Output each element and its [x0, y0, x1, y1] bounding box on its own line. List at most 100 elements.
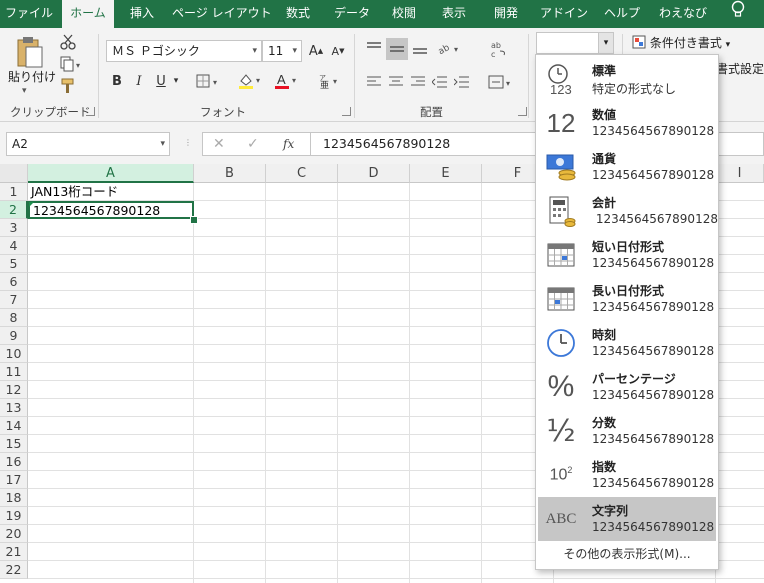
font-name-combo[interactable]: ＭＳ Ｐゴシック ▾: [106, 40, 262, 62]
insert-function-icon[interactable]: fx: [283, 134, 294, 154]
format-long-date[interactable]: 長い日付形式 1234564567890128: [538, 277, 716, 321]
tab-insert[interactable]: 挿入: [120, 0, 164, 28]
tab-file[interactable]: ファイル: [0, 0, 58, 28]
format-scientific[interactable]: 102 指数 1234564567890128: [538, 453, 716, 497]
error-indicator-icon[interactable]: [29, 202, 34, 207]
row-header[interactable]: 5: [0, 255, 28, 273]
clipboard-launcher-icon[interactable]: [86, 107, 95, 116]
tab-data[interactable]: データ: [326, 0, 378, 28]
paste-dropdown-icon[interactable]: ▾: [22, 86, 27, 96]
copy-icon[interactable]: ▾: [56, 54, 86, 74]
column-header-e[interactable]: E: [410, 164, 482, 183]
row-header[interactable]: 15: [0, 435, 28, 453]
row-header[interactable]: 17: [0, 471, 28, 489]
select-all-corner[interactable]: [0, 164, 28, 183]
row-header[interactable]: 4: [0, 237, 28, 255]
column-header-d[interactable]: D: [338, 164, 410, 183]
paste-icon[interactable]: [10, 34, 50, 70]
bold-button[interactable]: B: [108, 70, 126, 92]
merge-center-icon[interactable]: ▾: [486, 72, 516, 92]
row-header[interactable]: 2: [0, 201, 28, 219]
row-header[interactable]: 13: [0, 399, 28, 417]
cell-a1[interactable]: JAN13桁コード: [28, 183, 194, 201]
format-fraction[interactable]: ½ 分数 1234564567890128: [538, 409, 716, 453]
row-header[interactable]: 18: [0, 489, 28, 507]
format-accounting[interactable]: 会計 1234564567890128: [538, 189, 718, 233]
cut-icon[interactable]: [58, 32, 78, 52]
row-header[interactable]: 19: [0, 507, 28, 525]
tab-help[interactable]: ヘルプ: [600, 0, 644, 28]
column-header-a[interactable]: A: [28, 164, 194, 183]
tab-page-layout[interactable]: ページ レイアウト: [172, 0, 272, 28]
tab-addins[interactable]: アドイン: [536, 0, 592, 28]
column-header-b[interactable]: B: [194, 164, 266, 183]
alignment-launcher-icon[interactable]: [518, 107, 527, 116]
row-header[interactable]: 7: [0, 291, 28, 309]
align-middle-icon[interactable]: [386, 38, 408, 60]
format-number[interactable]: 12 数値 1234564567890128: [538, 101, 716, 145]
fill-handle[interactable]: [190, 216, 198, 224]
underline-button[interactable]: U: [152, 70, 170, 92]
align-bottom-icon[interactable]: [410, 38, 430, 58]
format-percentage[interactable]: % パーセンテージ 1234564567890128: [538, 365, 716, 409]
conditional-format-button[interactable]: 条件付き書式 ▾: [632, 34, 730, 51]
row-header[interactable]: 1: [0, 183, 28, 201]
cancel-entry-icon[interactable]: ✕: [213, 134, 225, 154]
font-size-combo[interactable]: 11 ▾: [262, 40, 302, 62]
decrease-indent-icon[interactable]: [430, 72, 450, 92]
increase-indent-icon[interactable]: [452, 72, 472, 92]
name-box[interactable]: A2 ▾: [6, 132, 170, 156]
lightbulb-icon[interactable]: [724, 0, 752, 28]
row-header[interactable]: 6: [0, 273, 28, 291]
cell-a2-selected[interactable]: 1234564567890128: [28, 201, 194, 219]
number-format-dropdown-icon[interactable]: ▾: [598, 33, 613, 53]
row-header[interactable]: 22: [0, 561, 28, 579]
row-header[interactable]: 10: [0, 345, 28, 363]
column-header-i[interactable]: I: [716, 164, 764, 183]
fill-color-icon[interactable]: ▾: [236, 70, 266, 92]
row-header[interactable]: 21: [0, 543, 28, 561]
row-header[interactable]: 3: [0, 219, 28, 237]
underline-dropdown-icon[interactable]: ▾: [170, 70, 182, 92]
column-gridline: [265, 183, 266, 583]
row-header[interactable]: 9: [0, 327, 28, 345]
phonetic-icon[interactable]: ア亜 ▾: [314, 70, 344, 92]
orientation-icon[interactable]: ab ▾: [436, 38, 464, 58]
align-top-icon[interactable]: [364, 38, 384, 58]
more-number-formats-link[interactable]: その他の表示形式(M)...: [536, 545, 718, 562]
format-as-table-button[interactable]: 書式設定: [716, 60, 764, 77]
row-header[interactable]: 16: [0, 453, 28, 471]
tab-waenavi[interactable]: わえなび: [654, 0, 712, 28]
tab-developer[interactable]: 開発: [484, 0, 528, 28]
paste-button[interactable]: 貼り付け: [8, 68, 56, 85]
row-header[interactable]: 11: [0, 363, 28, 381]
font-color-icon[interactable]: A ▾: [272, 70, 302, 92]
decrease-font-icon[interactable]: A ▼: [328, 40, 348, 62]
format-time[interactable]: 時刻 1234564567890128: [538, 321, 716, 365]
tab-view[interactable]: 表示: [432, 0, 476, 28]
format-short-date[interactable]: 短い日付形式 1234564567890128: [538, 233, 716, 277]
borders-icon[interactable]: ▾: [194, 70, 224, 92]
row-header[interactable]: 8: [0, 309, 28, 327]
format-currency[interactable]: 通貨 1234564567890128: [538, 145, 716, 189]
row-header[interactable]: 14: [0, 417, 28, 435]
increase-font-icon[interactable]: A ▲: [306, 40, 326, 62]
italic-button[interactable]: I: [130, 70, 148, 92]
format-text[interactable]: ABC 文字列 1234564567890128: [538, 497, 716, 541]
number-format-combo[interactable]: ▾: [536, 32, 614, 54]
row-header[interactable]: 12: [0, 381, 28, 399]
format-general[interactable]: 123 標準 特定の形式なし: [538, 57, 716, 101]
tab-formulas[interactable]: 数式: [276, 0, 320, 28]
column-header-c[interactable]: C: [266, 164, 338, 183]
font-launcher-icon[interactable]: [342, 107, 351, 116]
confirm-entry-icon[interactable]: ✓: [247, 134, 259, 154]
tab-home[interactable]: ホーム: [62, 0, 114, 28]
align-center-icon[interactable]: [386, 72, 406, 92]
align-left-icon[interactable]: [364, 72, 384, 92]
align-right-icon[interactable]: [408, 72, 428, 92]
format-painter-icon[interactable]: [58, 76, 78, 96]
format-name: 会計: [592, 196, 617, 210]
tab-review[interactable]: 校閲: [384, 0, 424, 28]
row-header[interactable]: 20: [0, 525, 28, 543]
wrap-text-icon[interactable]: ab c: [488, 38, 510, 60]
